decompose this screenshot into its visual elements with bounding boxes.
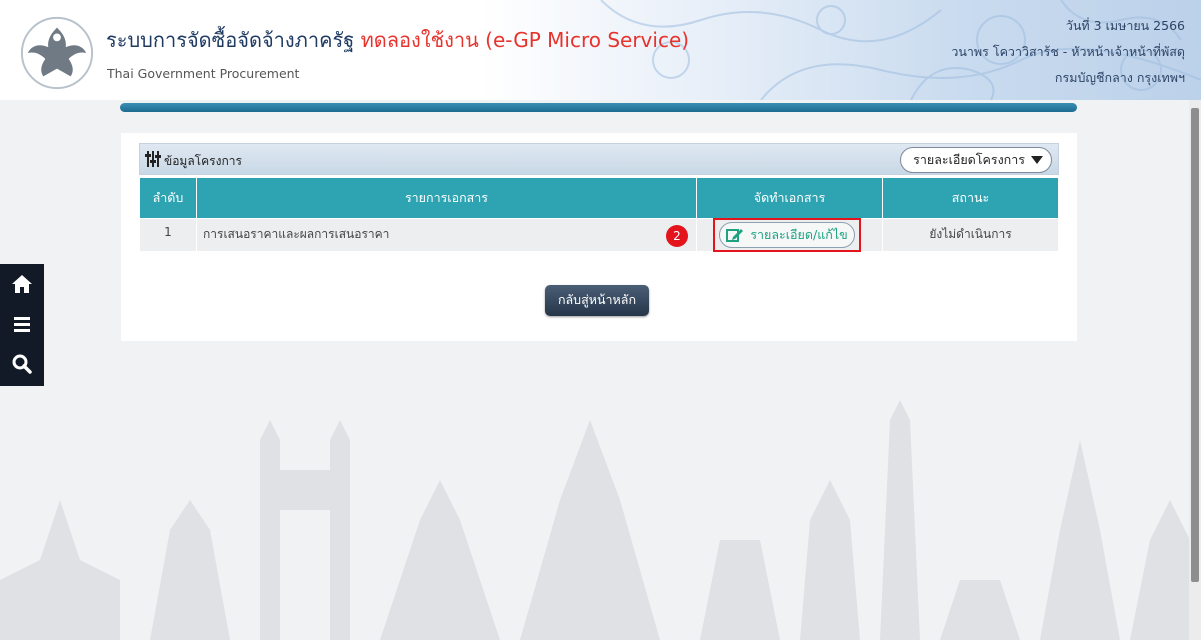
back-to-main-button[interactable]: กลับสู่หน้าหลัก: [545, 285, 649, 316]
search-button[interactable]: [0, 344, 44, 384]
project-detail-label: รายละเอียดโครงการ: [913, 152, 1025, 167]
step-badge: 2: [666, 225, 688, 247]
caret-down-icon: [1031, 155, 1043, 164]
table-header-row: ลำดับ รายการเอกสาร จัดทำเอกสาร สถานะ: [139, 177, 1059, 219]
edit-icon: [726, 229, 744, 242]
user-organization: กรมบัญชีกลาง กรุงเทพฯ: [1054, 70, 1185, 85]
row-status: ยังไม่ดำเนินการ: [882, 218, 1059, 252]
menu-icon: [14, 317, 30, 332]
project-detail-dropdown[interactable]: รายละเอียดโครงการ: [900, 147, 1052, 173]
project-panel: ข้อมูลโครงการ รายละเอียดโครงการ ลำดับ รา…: [121, 133, 1077, 341]
panel-title: ข้อมูลโครงการ: [164, 154, 242, 168]
current-date: วันที่ 3 เมษายน 2566: [1065, 18, 1185, 33]
menu-button[interactable]: [0, 304, 44, 344]
column-header-status: สถานะ: [882, 177, 1059, 219]
garuda-logo: [20, 16, 94, 90]
row-index: 1: [139, 218, 197, 252]
detail-edit-button[interactable]: รายละเอียด/แก้ไข: [719, 222, 855, 248]
detail-edit-label: รายละเอียด/แก้ไข: [750, 227, 848, 242]
background-skyline: [0, 400, 1201, 640]
page-header: ระบบการจัดซื้อจัดจ้างภาครัฐ ทดลองใช้งาน …: [0, 0, 1201, 100]
app-title-main: ระบบการจัดซื้อจัดจ้างภาครัฐ: [106, 28, 355, 52]
app-title-trial: ทดลองใช้งาน (e-GP Micro Service): [360, 28, 690, 52]
scrollbar-thumb[interactable]: [1191, 108, 1199, 582]
app-subtitle: Thai Government Procurement: [107, 66, 300, 81]
home-icon: [12, 275, 32, 293]
table-row: 1 การเสนอราคาและผลการเสนอราคา 2 รายละเอี…: [139, 218, 1059, 252]
header-accent-bar: [120, 103, 1077, 112]
column-header-document: รายการเอกสาร: [196, 177, 697, 219]
panel-header: ข้อมูลโครงการ รายละเอียดโครงการ: [139, 143, 1059, 175]
documents-table: ลำดับ รายการเอกสาร จัดทำเอกสาร สถานะ 1 ก…: [139, 177, 1059, 252]
scrollbar[interactable]: [1189, 100, 1201, 640]
user-name: วนาพร โควาวิสาร้ช - หัวหน้าเจ้าหน้าที่พั…: [951, 44, 1185, 59]
row-action-cell: 2 รายละเอียด/แก้ไข: [666, 218, 883, 252]
sliders-icon: [145, 151, 161, 167]
column-header-action: จัดทำเอกสาร: [696, 177, 883, 219]
column-header-index: ลำดับ: [139, 177, 197, 219]
row-document: การเสนอราคาและผลการเสนอราคา: [196, 218, 697, 252]
app-title: ระบบการจัดซื้อจัดจ้างภาครัฐ ทดลองใช้งาน …: [106, 24, 689, 56]
search-icon: [12, 354, 32, 374]
home-button[interactable]: [0, 264, 44, 304]
left-nav: [0, 264, 44, 386]
